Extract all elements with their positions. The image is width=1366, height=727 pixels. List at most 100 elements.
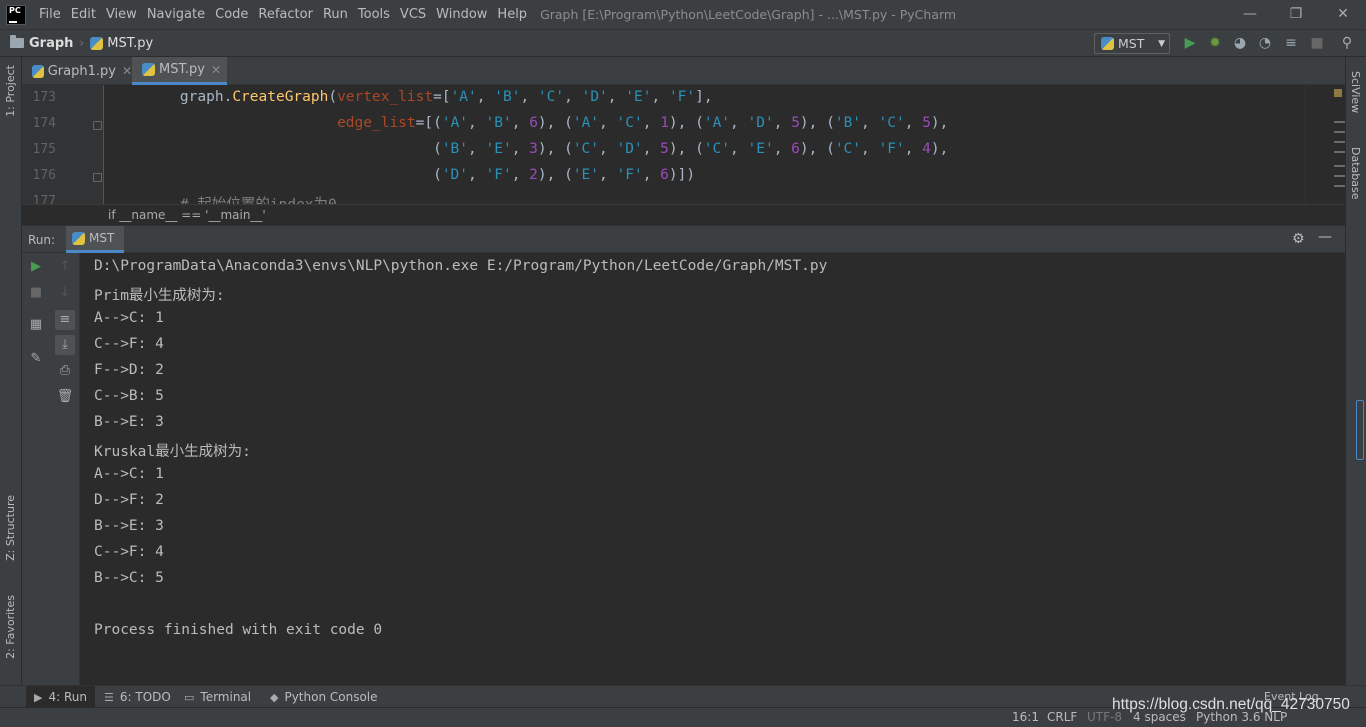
console-line: F-->D: 2 (94, 362, 164, 378)
warning-marker-icon[interactable] (1334, 89, 1342, 97)
console-scrollbar[interactable] (1356, 400, 1364, 460)
menu-vcs[interactable]: VCS (395, 0, 431, 29)
arrow-up-icon[interactable]: ↑ (55, 257, 75, 277)
folder-icon (10, 35, 24, 48)
minimize-panel-icon[interactable]: — (1318, 229, 1332, 245)
right-tool-strip: SciView Database (1345, 57, 1366, 685)
line-separator[interactable]: CRLF (1047, 710, 1077, 724)
tab-structure[interactable]: Z: Structure (0, 495, 22, 575)
code-breadcrumb-bar: if __name__ == '__main__' (22, 204, 1345, 226)
console-line: A-->C: 1 (94, 466, 164, 482)
python-icon (72, 231, 85, 245)
error-stripe-mark[interactable] (1334, 151, 1345, 153)
breadcrumb-project[interactable]: Graph (29, 36, 73, 51)
scroll-to-end-icon[interactable]: ⤓ (55, 335, 75, 355)
search-icon[interactable]: ⚲ (1338, 34, 1356, 52)
console-line: C-->F: 4 (94, 544, 164, 560)
error-stripe-mark[interactable] (1334, 131, 1345, 133)
line-number: 175 (32, 142, 56, 157)
menu-help[interactable]: Help (492, 0, 532, 29)
error-stripe-mark[interactable] (1334, 185, 1345, 187)
trash-icon[interactable]: 🗑 (55, 387, 75, 407)
code-breadcrumb[interactable]: if __name__ == '__main__' (108, 208, 266, 222)
line-number: 177 (32, 194, 56, 204)
tab-sciview[interactable]: SciView (1349, 71, 1362, 113)
coverage-icon[interactable]: ◕ (1231, 34, 1249, 52)
console-line: C-->F: 4 (94, 336, 164, 352)
profile-icon[interactable]: ◔ (1256, 34, 1274, 52)
tab-run[interactable]: ▶ 4: Run (26, 686, 95, 708)
tab-favorites[interactable]: 2: Favorites (0, 595, 22, 675)
soft-wrap-icon[interactable]: ≡ (55, 310, 75, 330)
minimize-icon[interactable]: — (1227, 0, 1273, 29)
editor-tab-mst[interactable]: MST.py ✕ (132, 57, 227, 85)
menu-window[interactable]: Window (431, 0, 492, 29)
stop-icon[interactable]: ■ (26, 283, 46, 303)
breadcrumb-separator-icon: › (79, 36, 85, 50)
run-icon: ▶ (34, 690, 43, 704)
arrow-down-icon[interactable]: ↓ (55, 283, 75, 303)
console-exit-line: Process finished with exit code 0 (94, 622, 383, 638)
close-tab-icon[interactable]: ✕ (211, 63, 221, 77)
chevron-down-icon: ▼ (1158, 38, 1165, 49)
menu-code[interactable]: Code (210, 0, 253, 29)
menu-run[interactable]: Run (318, 0, 353, 29)
terminal-icon: ▭ (184, 690, 195, 704)
gear-icon[interactable]: ⚙ (1292, 231, 1305, 247)
title-bar: PC File Edit View Navigate Code Refactor… (0, 0, 1366, 29)
debug-icon[interactable]: ✹ (1206, 34, 1224, 52)
fold-marker-icon[interactable] (93, 173, 102, 182)
editor-tab-graph1[interactable]: Graph1.py ✕ (22, 57, 132, 85)
console-line: B-->E: 3 (94, 414, 164, 430)
watermark-text: https://blog.csdn.net/qq_42730750 (1112, 696, 1350, 713)
run-panel-label: Run: (28, 233, 56, 247)
code-line-176: ('D', 'F', 2), ('E', 'F', 6)]) (145, 167, 696, 183)
code-line-175: ('B', 'E', 3), ('C', 'D', 5), ('C', 'E',… (145, 141, 949, 157)
run-tab-mst[interactable]: MST (66, 226, 125, 253)
tab-project[interactable]: 1: Project (0, 65, 22, 135)
close-tab-icon[interactable]: ✕ (122, 64, 132, 78)
error-stripe-mark[interactable] (1334, 175, 1345, 177)
fold-marker-icon[interactable] (93, 121, 102, 130)
code-editor[interactable]: 173 174 175 176 177 graph.CreateGraph(ve… (22, 85, 1345, 204)
error-stripe-mark[interactable] (1334, 141, 1345, 143)
python-console-icon: ◆ (270, 690, 279, 704)
run-configuration-select[interactable]: MST ▼ (1094, 33, 1170, 54)
menu-tools[interactable]: Tools (353, 0, 395, 29)
console-line: D-->F: 2 (94, 492, 164, 508)
run-toolbar-primary: ▶ ■ ▦ ✎ (22, 253, 50, 685)
menu-refactor[interactable]: Refactor (253, 0, 318, 29)
line-number: 174 (32, 116, 56, 131)
editor-marker-strip[interactable] (1305, 85, 1345, 204)
error-stripe-mark[interactable] (1334, 121, 1345, 123)
tab-database[interactable]: Database (1349, 147, 1362, 200)
pin-icon[interactable]: ✎ (26, 349, 46, 369)
close-icon[interactable]: ✕ (1320, 0, 1366, 29)
concurrency-icon[interactable]: ≡ (1282, 34, 1300, 52)
tab-python-console[interactable]: ◆ Python Console (262, 686, 386, 708)
left-tool-strip: 1: Project Z: Structure 2: Favorites (0, 57, 22, 685)
run-icon[interactable]: ▶ (1181, 34, 1199, 52)
python-icon (1101, 37, 1114, 50)
stop-icon[interactable]: ■ (1308, 34, 1326, 52)
code-line-177: # 起始位置的index为0 (145, 193, 337, 204)
layout-icon[interactable]: ▦ (26, 315, 46, 335)
python-file-icon (90, 36, 104, 50)
breadcrumb-file[interactable]: MST.py (107, 36, 153, 51)
menu-file[interactable]: File (34, 0, 66, 29)
print-icon[interactable]: ⎙ (55, 361, 75, 381)
tab-todo[interactable]: ☰ 6: TODO (96, 686, 179, 708)
console-line: B-->C: 5 (94, 570, 164, 586)
pycharm-logo-icon: PC (6, 4, 26, 25)
menu-edit[interactable]: Edit (66, 0, 101, 29)
restore-icon[interactable]: ❐ (1273, 0, 1319, 29)
error-stripe-mark[interactable] (1334, 165, 1345, 167)
line-number-gutter: 173 174 175 176 177 (22, 85, 104, 204)
menu-navigate[interactable]: Navigate (142, 0, 210, 29)
menu-view[interactable]: View (101, 0, 142, 29)
rerun-icon[interactable]: ▶ (26, 257, 46, 277)
console-line: D:\ProgramData\Anaconda3\envs\NLP\python… (94, 258, 828, 274)
tab-terminal[interactable]: ▭ Terminal (176, 686, 259, 708)
run-console[interactable]: D:\ProgramData\Anaconda3\envs\NLP\python… (80, 253, 1345, 685)
caret-position[interactable]: 16:1 (1012, 710, 1039, 724)
